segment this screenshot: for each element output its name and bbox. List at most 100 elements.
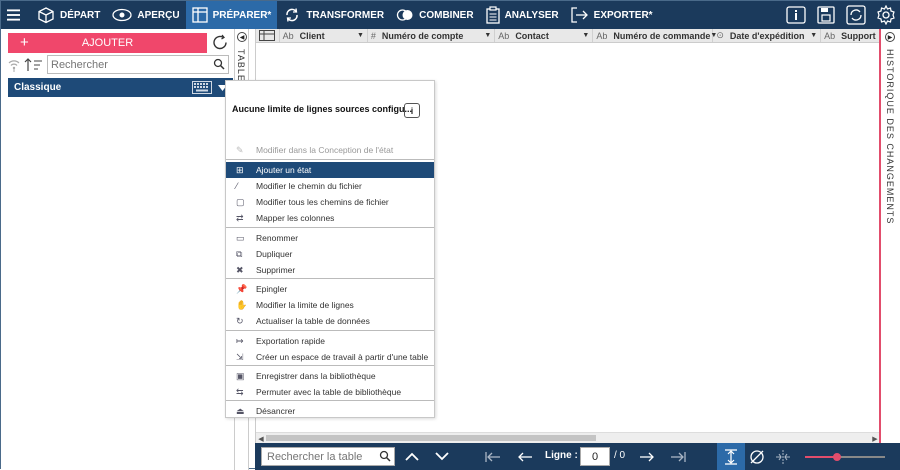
first-row-icon[interactable] xyxy=(483,447,503,466)
menu-item-label: Modifier la limite de lignes xyxy=(256,300,354,310)
file-paths-icon: ▢ xyxy=(236,197,245,207)
refresh-icon[interactable] xyxy=(211,32,229,52)
menu-title: Aucune limite de lignes sources configu.… xyxy=(232,104,413,114)
search-icon[interactable] xyxy=(213,58,225,70)
fit-height-toggle[interactable] xyxy=(717,443,745,470)
caret-down-icon[interactable]: ▼ xyxy=(484,32,491,39)
column-name: Support xyxy=(841,30,876,41)
null-values-icon[interactable] xyxy=(747,447,767,466)
previous-row-icon[interactable] xyxy=(515,447,535,466)
menu-separator xyxy=(226,400,434,401)
nav-analyser-label: ANALYSER xyxy=(504,9,559,21)
chevron-down-icon[interactable] xyxy=(432,447,452,466)
nav-exporter-label: EXPORTER* xyxy=(593,9,653,21)
menu-item: ✎ Modifier dans la Conception de l'état xyxy=(226,142,434,158)
pin-icon: 📌 xyxy=(236,284,248,294)
gear-icon[interactable] xyxy=(871,1,900,29)
menu-item[interactable]: ⇄ Mapper les colonnes xyxy=(226,210,434,226)
menu-item[interactable]: ⇲ Créer un espace de travail à partir d'u… xyxy=(226,349,434,365)
tables-panel: + AJOUTER Classique xyxy=(1,29,234,470)
menu-item[interactable]: ✖ Supprimer xyxy=(226,262,434,278)
menu-item[interactable]: ▣ Enregistrer dans la bibliothèque xyxy=(226,368,434,384)
info-icon[interactable] xyxy=(781,1,811,29)
swap-library-icon: ⇆ xyxy=(236,387,244,397)
collapse-columns-icon[interactable] xyxy=(773,447,793,466)
menu-item[interactable]: ↦ Exportation rapide xyxy=(226,333,434,349)
menu-item[interactable]: ▭ Renommer xyxy=(226,230,434,246)
row-number-input[interactable]: 0 xyxy=(580,447,610,466)
menu-icon[interactable] xyxy=(1,1,31,29)
nav-combiner[interactable]: COMBINER xyxy=(390,1,479,29)
menu-item[interactable]: ⧉ Dupliquer xyxy=(226,246,434,262)
sort-icon[interactable] xyxy=(24,57,44,73)
left-tools xyxy=(7,56,45,74)
search-icon[interactable] xyxy=(379,450,391,462)
menu-item-label: Supprimer xyxy=(256,265,296,275)
nav-transformer-label: TRANSFORMER xyxy=(306,9,385,21)
search-table-input[interactable] xyxy=(262,448,372,465)
export-icon xyxy=(571,7,588,23)
caret-down-icon[interactable]: ▼ xyxy=(357,32,364,39)
save-icon[interactable] xyxy=(811,1,841,29)
menu-item-label: Modifier dans la Conception de l'état xyxy=(256,145,394,155)
column-header[interactable]: Ab Support xyxy=(821,29,880,42)
chevron-up-icon[interactable] xyxy=(402,447,422,466)
expand-right-icon[interactable]: ▶ xyxy=(885,32,895,42)
nav-depart[interactable]: DÉPART xyxy=(31,1,106,29)
grid-select-all[interactable] xyxy=(256,29,280,42)
column-header[interactable]: Ab Contact ▼ xyxy=(495,29,594,42)
sync-icon[interactable] xyxy=(841,1,871,29)
column-header[interactable]: Ab Client ▼ xyxy=(280,29,368,42)
info-icon[interactable]: i xyxy=(404,103,420,118)
caret-down-icon[interactable]: ▼ xyxy=(582,32,589,39)
column-header[interactable]: ⊙ Date d'expédition ▼ xyxy=(713,29,822,42)
menu-item[interactable]: 📌 Epingler xyxy=(226,281,434,297)
next-row-icon[interactable] xyxy=(637,447,657,466)
nav-preparer[interactable]: PRÉPARER* xyxy=(185,1,278,29)
zoom-slider[interactable] xyxy=(805,453,885,461)
row-limit-icon: ✋ xyxy=(236,300,248,310)
menu-item[interactable]: ✋ Modifier la limite de lignes xyxy=(226,297,434,313)
row-total: / 0 xyxy=(614,450,626,461)
table-search-field[interactable] xyxy=(47,55,229,74)
nav-exporter[interactable]: EXPORTER* xyxy=(565,1,659,29)
menu-item[interactable]: ⏏ Désancrer xyxy=(226,403,434,419)
menu-item[interactable]: ⇆ Permuter avec la table de bibliothèque xyxy=(226,384,434,400)
nav-preparer-label: PRÉPARER* xyxy=(212,9,272,21)
nav-transformer[interactable]: TRANSFORMER xyxy=(277,1,390,29)
column-header[interactable]: # Numéro de compte ▼ xyxy=(368,29,496,42)
menu-item[interactable]: ⊞ Ajouter un état xyxy=(226,162,434,178)
nav-analyser[interactable]: ANALYSER xyxy=(480,1,565,29)
caret-down-icon[interactable]: ▼ xyxy=(810,32,817,39)
keyboard-icon[interactable] xyxy=(192,81,212,94)
group-classique[interactable]: Classique xyxy=(8,78,233,97)
column-type: Ab xyxy=(282,30,294,41)
table-search-input[interactable] xyxy=(48,58,208,71)
menu-item-label: Actualiser la table de données xyxy=(256,316,370,326)
menu-item-label: Créer un espace de travail à partir d'un… xyxy=(256,352,429,362)
horizontal-scrollbar[interactable]: ◀ ▶ xyxy=(256,432,880,443)
add-state-icon: ⊞ xyxy=(236,165,244,175)
last-row-icon[interactable] xyxy=(668,447,688,466)
scrollbar-thumb[interactable] xyxy=(266,435,596,441)
add-button[interactable]: + AJOUTER xyxy=(8,33,207,53)
collapse-left-icon[interactable]: ◀ xyxy=(237,32,247,42)
menu-item[interactable]: ↻ Actualiser la table de données xyxy=(226,313,434,329)
column-header[interactable]: Ab Numéro de commande ▼ xyxy=(593,29,717,42)
app-window: DÉPART APERÇU PRÉPARER* TRANSFORMER COMB… xyxy=(0,0,900,470)
zoom-slider-handle[interactable] xyxy=(833,453,841,461)
save-library-icon: ▣ xyxy=(236,371,245,381)
nav-apercu[interactable]: APERÇU xyxy=(106,1,185,29)
table-search-bottom[interactable] xyxy=(261,447,395,466)
column-type: # xyxy=(370,30,376,41)
menu-item[interactable]: ⁄ Modifier le chemin du fichier xyxy=(226,178,434,194)
history-vertical-tab[interactable]: ▶ HISTORIQUE DES CHANGEMENTS xyxy=(879,29,900,470)
wifi-icon[interactable] xyxy=(7,58,21,72)
menu-separator xyxy=(226,278,434,279)
file-path-icon: ⁄ xyxy=(236,181,238,191)
column-name: Numéro de commande xyxy=(613,30,711,41)
eye-icon xyxy=(112,8,133,22)
menu-item-label: Mapper les colonnes xyxy=(256,213,335,223)
menu-item[interactable]: ▢ Modifier tous les chemins de fichier xyxy=(226,194,434,210)
refresh-icon: ↻ xyxy=(236,316,244,326)
